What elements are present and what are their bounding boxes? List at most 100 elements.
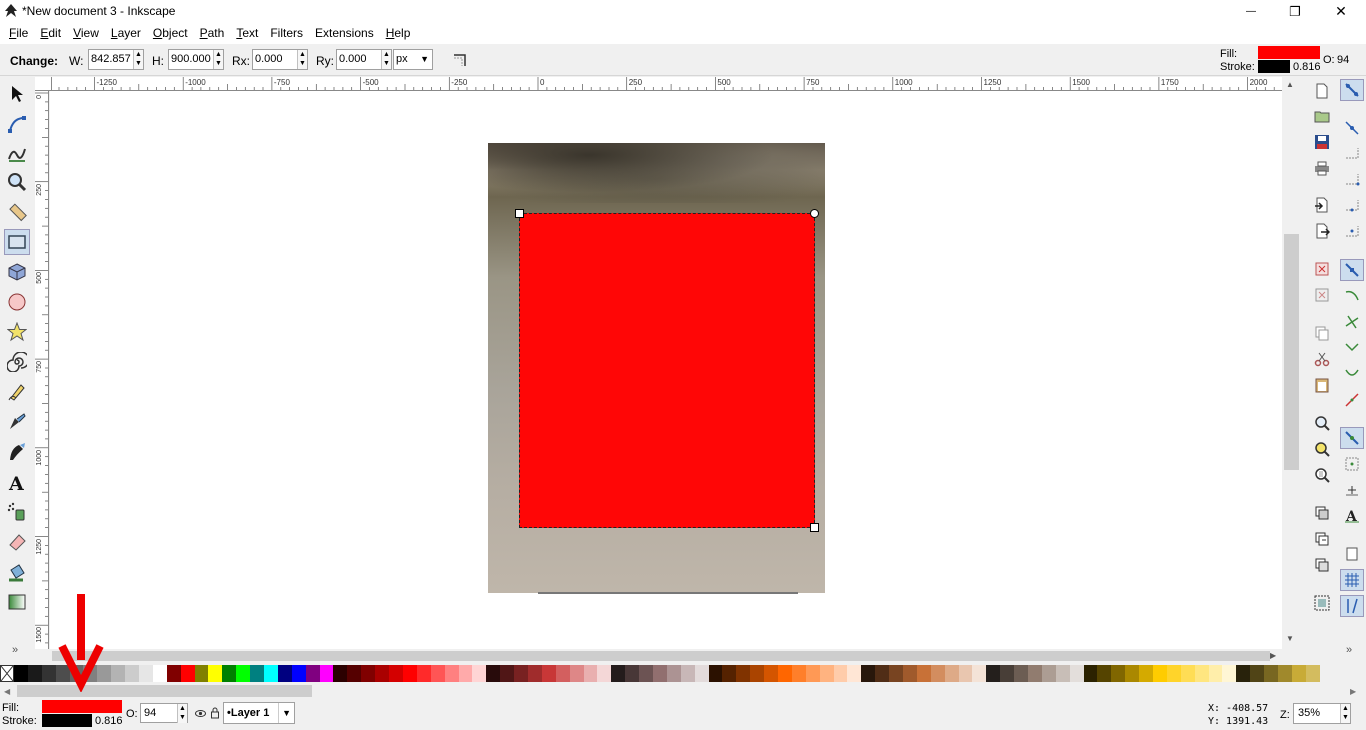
3dbox-tool[interactable]	[4, 259, 30, 285]
palette-swatch[interactable]	[500, 665, 515, 682]
rectangle-tool[interactable]	[4, 229, 30, 255]
palette-swatch[interactable]	[208, 665, 223, 682]
palette-swatch[interactable]	[430, 665, 445, 682]
snap-bbox-edge-button[interactable]	[1340, 143, 1364, 165]
palette-swatch[interactable]	[333, 665, 348, 682]
palette-swatch[interactable]	[1180, 665, 1195, 682]
menu-object[interactable]: Object	[147, 23, 194, 44]
minimize-button[interactable]: —	[1228, 0, 1274, 23]
palette-swatch[interactable]	[1111, 665, 1126, 682]
palette-swatch[interactable]	[194, 665, 209, 682]
scroll-right-icon[interactable]: ▶	[1270, 651, 1276, 660]
rx-input[interactable]: 0.000 ▲ ▼	[252, 49, 308, 70]
palette-swatch[interactable]	[1222, 665, 1237, 682]
palette-swatch[interactable]	[569, 665, 584, 682]
horizontal-scrollbar-thumb[interactable]	[52, 651, 1270, 661]
palette-swatch[interactable]	[1236, 665, 1251, 682]
palette-swatch[interactable]	[1305, 665, 1320, 682]
palette-swatch[interactable]	[791, 665, 806, 682]
palette-swatch[interactable]	[14, 665, 28, 682]
group-button[interactable]	[1312, 593, 1332, 613]
pencil-tool[interactable]	[4, 379, 30, 405]
palette-swatch[interactable]	[347, 665, 362, 682]
palette-swatch[interactable]	[236, 665, 251, 682]
palette-swatch[interactable]	[819, 665, 834, 682]
palette-swatch[interactable]	[125, 665, 140, 682]
calligraphy-tool[interactable]	[4, 439, 30, 465]
spiral-tool[interactable]	[4, 349, 30, 375]
status-stroke-width[interactable]: 0.816	[95, 715, 123, 727]
palette-swatch[interactable]	[1014, 665, 1029, 682]
zoom-stepper[interactable]: ▲ ▼	[1340, 704, 1350, 723]
eye-icon[interactable]	[195, 708, 206, 719]
palette-swatch[interactable]	[611, 665, 626, 682]
horizontal-ruler[interactable]: -1250 -1000 -750 -500 -250 0 250 500 750 1000 1250…	[52, 77, 1282, 91]
snap-rotation-center-button[interactable]	[1340, 479, 1364, 501]
palette-scroll-left-icon[interactable]: ◀	[4, 687, 10, 696]
palette-swatch[interactable]	[889, 665, 903, 682]
menu-layer[interactable]: Layer	[105, 23, 147, 44]
snap-bbox-button[interactable]	[1340, 117, 1364, 139]
corner-radius-handle[interactable]	[810, 209, 819, 218]
layer-select[interactable]: •Layer 1 ▼	[223, 702, 295, 724]
zoom-input[interactable]: 35% ▲ ▼	[1293, 703, 1351, 724]
palette-swatch[interactable]	[944, 665, 959, 682]
palette-swatch[interactable]	[1028, 665, 1042, 682]
palette-swatch[interactable]	[222, 665, 237, 682]
open-button[interactable]	[1312, 106, 1332, 126]
palette-swatch[interactable]	[361, 665, 376, 682]
palette-swatch[interactable]	[666, 665, 681, 682]
palette-swatch[interactable]	[1041, 665, 1056, 682]
cut-button[interactable]	[1312, 349, 1332, 369]
zoom-page-button[interactable]	[1312, 465, 1332, 485]
stroke-swatch[interactable]	[1258, 60, 1290, 73]
toolbox-overflow-icon[interactable]: »	[12, 644, 18, 656]
width-input[interactable]: 842.857 ▲ ▼	[88, 49, 144, 70]
menu-edit[interactable]: Edit	[34, 23, 67, 44]
palette-swatch[interactable]	[1208, 665, 1223, 682]
unlink-clone-button[interactable]	[1312, 555, 1332, 575]
status-opacity-input[interactable]: 94 ▲ ▼	[140, 703, 188, 723]
palette-swatch[interactable]	[111, 665, 126, 682]
status-opacity-stepper[interactable]: ▲ ▼	[177, 704, 187, 723]
palette-swatch[interactable]	[166, 665, 181, 682]
ellipse-tool[interactable]	[4, 289, 30, 315]
pen-tool[interactable]	[4, 409, 30, 435]
resize-handle-bottom-right[interactable]	[810, 523, 819, 532]
ry-stepper[interactable]: ▲ ▼	[381, 50, 391, 69]
palette-swatch[interactable]	[264, 665, 278, 682]
maximize-button[interactable]: ❐	[1272, 0, 1318, 23]
snap-cusp-button[interactable]	[1340, 337, 1364, 359]
spray-tool[interactable]	[4, 499, 30, 525]
lock-icon[interactable]	[210, 707, 220, 719]
palette-swatch[interactable]	[625, 665, 640, 682]
menu-text[interactable]: Text	[230, 23, 264, 44]
menu-view[interactable]: View	[67, 23, 105, 44]
palette-swatch[interactable]	[180, 665, 195, 682]
palette-swatch[interactable]	[1250, 665, 1265, 682]
palette-swatch[interactable]	[1083, 665, 1098, 682]
palette-swatch[interactable]	[41, 665, 56, 682]
palette-swatch[interactable]	[1153, 665, 1167, 682]
snap-bbox-center-button[interactable]	[1340, 221, 1364, 243]
undo-button[interactable]	[1312, 259, 1332, 279]
unit-select[interactable]: px ▼	[393, 49, 433, 70]
menu-filters[interactable]: Filters	[264, 23, 309, 44]
palette-swatch[interactable]	[972, 665, 987, 682]
palette-swatch[interactable]	[736, 665, 751, 682]
palette-swatch[interactable]	[389, 665, 403, 682]
menu-extensions[interactable]: Extensions	[309, 23, 380, 44]
close-button[interactable]: ✕	[1318, 0, 1364, 23]
palette-swatch[interactable]	[375, 665, 390, 682]
palette-swatch[interactable]	[680, 665, 695, 682]
palette-swatch[interactable]	[916, 665, 931, 682]
menu-file[interactable]: File	[3, 23, 34, 44]
palette-swatch[interactable]	[527, 665, 542, 682]
palette-swatch[interactable]	[764, 665, 778, 682]
palette-swatch[interactable]	[583, 665, 598, 682]
snap-text-baseline-button[interactable]: A	[1340, 505, 1364, 527]
scroll-down-icon[interactable]: ▼	[1286, 634, 1294, 643]
zoom-selection-button[interactable]	[1312, 413, 1332, 433]
zoom-tool[interactable]	[4, 169, 30, 195]
snap-nodes-button[interactable]	[1340, 259, 1364, 281]
